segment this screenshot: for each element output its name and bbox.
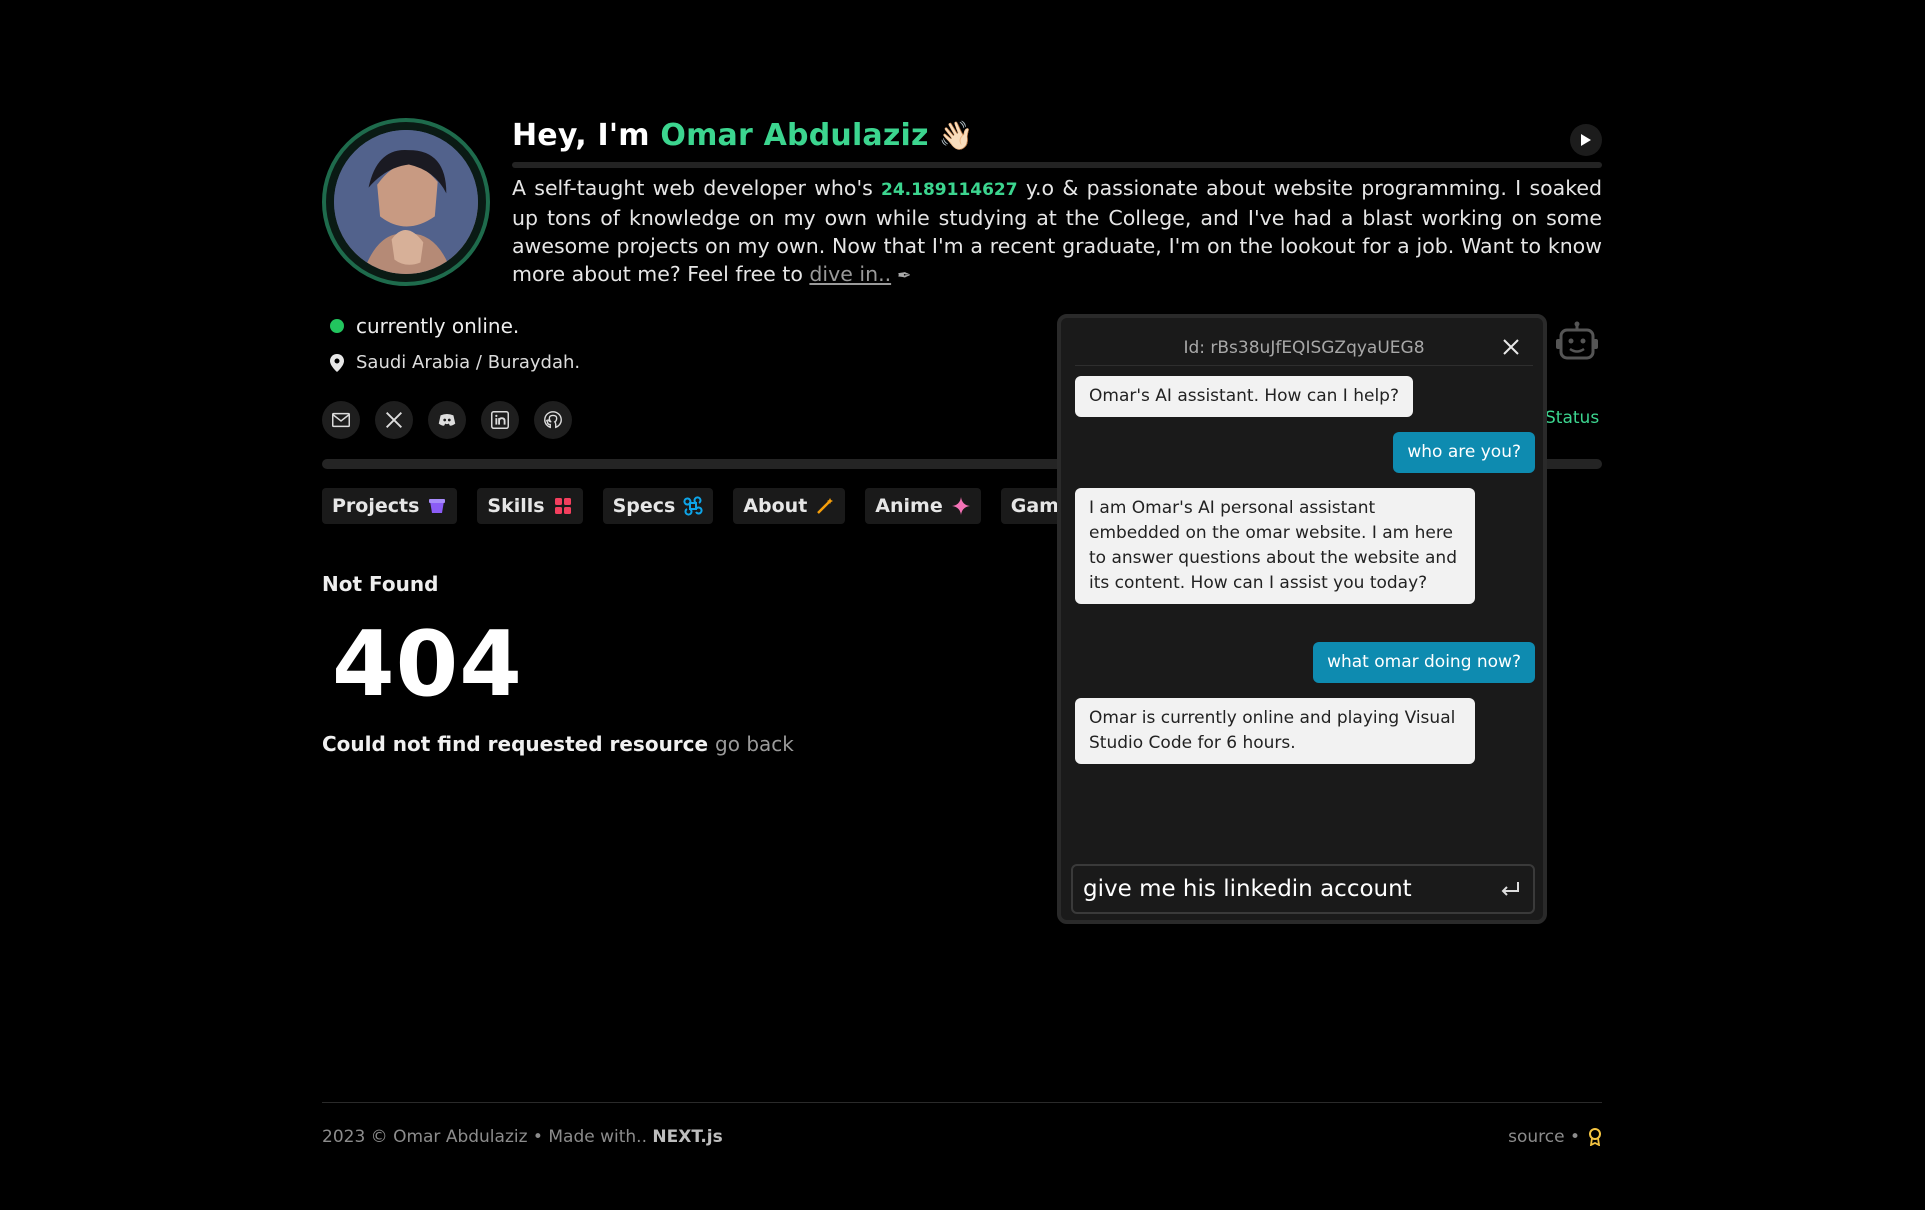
- avatar: [322, 118, 490, 286]
- ai-assistant-toggle[interactable]: [1553, 320, 1601, 368]
- copyright-text: 2023 © Omar Abdulaziz • Made with..: [322, 1127, 653, 1147]
- tab-label: Specs: [612, 495, 676, 517]
- tab-anime[interactable]: Anime: [865, 488, 981, 524]
- play-button[interactable]: [1570, 124, 1602, 156]
- enter-icon[interactable]: [1497, 876, 1523, 902]
- command-icon: [683, 496, 703, 516]
- close-icon: [1503, 339, 1519, 355]
- tab-label: About: [743, 495, 808, 517]
- online-status: currently online.: [330, 314, 519, 338]
- linkedin-icon: [491, 411, 509, 429]
- tab-skills[interactable]: Skills: [477, 488, 583, 524]
- close-chat-button[interactable]: [1499, 336, 1523, 360]
- framework-link[interactable]: NEXT.js: [652, 1127, 722, 1147]
- chat-message-bot: Omar is currently online and playing Vis…: [1075, 698, 1475, 764]
- chat-input[interactable]: [1083, 876, 1497, 902]
- box-icon: [429, 499, 446, 513]
- chat-message-bot: I am Omar's AI personal assistant embedd…: [1075, 488, 1475, 604]
- source-link[interactable]: source •: [1508, 1127, 1580, 1147]
- footer-divider: [322, 1102, 1602, 1103]
- greeting: Hey, I'm: [512, 118, 661, 153]
- pen-icon: ✒: [897, 266, 912, 286]
- wave-icon: 👋🏻: [938, 119, 974, 152]
- tab-specs[interactable]: Specs: [602, 488, 714, 524]
- play-icon: [1581, 134, 1591, 146]
- bio-text: A self-taught web developer who's: [512, 176, 882, 200]
- not-found-title: Not Found: [322, 572, 439, 596]
- chat-session-id: Id: rBs38uJfEQISGZqyaUEG8: [1183, 337, 1425, 358]
- go-back-link[interactable]: go back: [715, 732, 794, 756]
- tab-about[interactable]: About: [733, 488, 846, 524]
- location: Saudi Arabia / Buraydah.: [330, 352, 580, 373]
- dive-in-link[interactable]: dive in..: [809, 262, 891, 286]
- nav-tabs: Projects Skills Specs About Anime Games: [322, 488, 1122, 524]
- x-link[interactable]: [375, 401, 413, 439]
- github-link[interactable]: [534, 401, 572, 439]
- status-text: currently online.: [356, 314, 520, 338]
- footer-copyright: 2023 © Omar Abdulaziz • Made with.. NEXT…: [322, 1127, 723, 1147]
- tab-label: Skills: [487, 495, 545, 517]
- robot-icon: [1556, 321, 1598, 360]
- page-title: Hey, I'm Omar Abdulaziz 👋🏻: [512, 118, 1602, 153]
- footer-source: source •: [1508, 1127, 1602, 1147]
- avatar-image: [334, 130, 478, 274]
- linkedin-link[interactable]: [481, 401, 519, 439]
- tab-projects[interactable]: Projects: [322, 488, 458, 524]
- chat-message-user: what omar doing now?: [1313, 642, 1535, 683]
- grid-icon: [554, 498, 571, 514]
- award-icon: [1589, 1128, 1601, 1146]
- mail-icon: [332, 412, 350, 428]
- not-found-message: Could not find requested resource go bac…: [322, 732, 794, 756]
- chat-message-user: who are you?: [1393, 432, 1535, 473]
- social-links: [322, 401, 572, 439]
- headline: Hey, I'm Omar Abdulaziz 👋🏻: [512, 118, 1602, 168]
- owner-name: Omar Abdulaziz: [660, 118, 929, 153]
- tab-label: Projects: [332, 495, 420, 517]
- chat-header: Id: rBs38uJfEQISGZqyaUEG8: [1075, 330, 1533, 366]
- location-text: Saudi Arabia / Buraydah.: [356, 352, 581, 373]
- bio: A self-taught web developer who's 24.189…: [512, 174, 1602, 290]
- error-message: Could not find requested resource: [322, 732, 716, 756]
- github-icon: [544, 411, 562, 429]
- online-dot-icon: [330, 319, 344, 333]
- sparkle-icon: [951, 497, 970, 515]
- status-link[interactable]: Status: [1545, 408, 1599, 428]
- tab-label: Anime: [875, 495, 943, 517]
- age-counter: 24.189114627: [881, 180, 1018, 200]
- chat-message-bot: Omar's AI assistant. How can I help?: [1075, 376, 1413, 417]
- error-code: 404: [332, 612, 523, 717]
- x-icon: [386, 412, 402, 428]
- ai-chat-panel: Id: rBs38uJfEQISGZqyaUEG8 Omar's AI assi…: [1057, 314, 1547, 924]
- location-pin-icon: [330, 353, 344, 372]
- header-divider: [512, 162, 1602, 168]
- wand-icon: [817, 498, 834, 514]
- chat-input-box: [1071, 864, 1535, 914]
- discord-link[interactable]: [428, 401, 466, 439]
- email-link[interactable]: [322, 401, 360, 439]
- discord-icon: [438, 414, 456, 426]
